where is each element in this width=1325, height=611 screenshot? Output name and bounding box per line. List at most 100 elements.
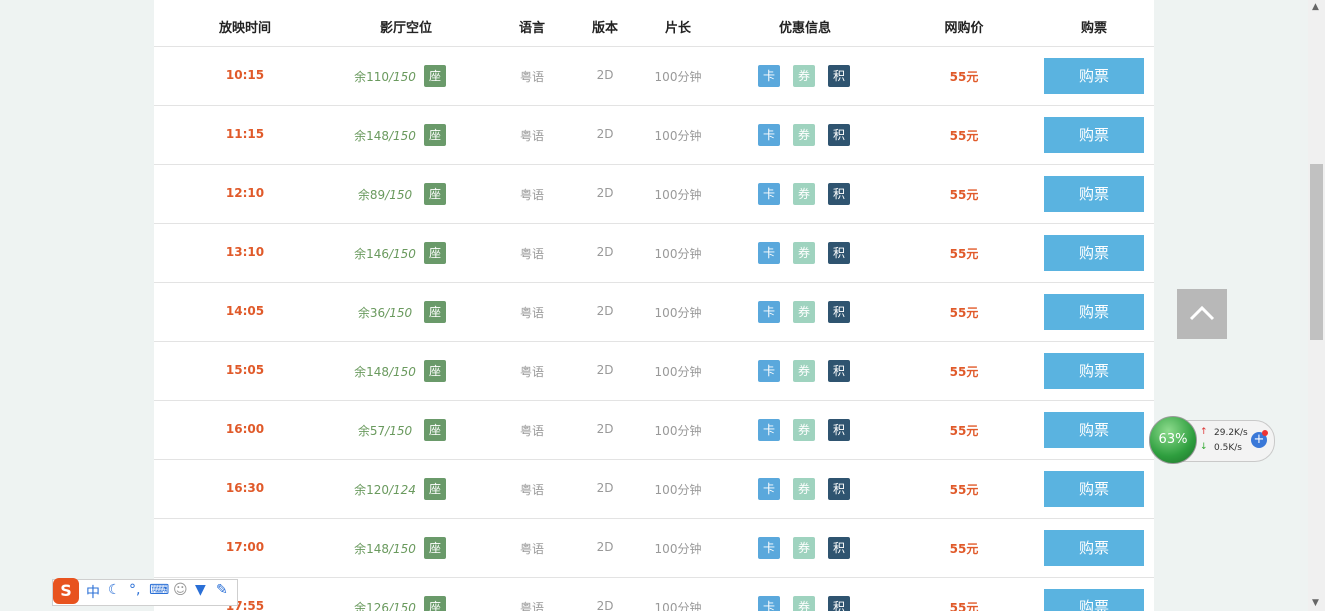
seats-capacity: /150 [388,247,416,261]
buy-ticket-button[interactable]: 购票 [1044,530,1144,566]
buy-ticket-button[interactable]: 购票 [1044,471,1144,507]
promo-card-badge[interactable]: 卡 [758,537,780,559]
seats-capacity: /150 [385,424,413,438]
moon-icon[interactable]: ☾ [108,582,121,598]
promo-card-badge[interactable]: 卡 [758,360,780,382]
header-version: 版本 [591,21,619,36]
language: 粤语 [519,70,545,84]
duration: 100分钟 [654,424,702,438]
promo-card-badge[interactable]: 卡 [758,419,780,441]
promo-points-badge[interactable]: 积 [828,301,850,323]
seat-map-button[interactable]: 座 [424,596,446,611]
promo-coupon-badge[interactable]: 券 [793,183,815,205]
buy-ticket-button[interactable]: 购票 [1044,353,1144,389]
punctuation-icon[interactable]: °, [129,582,140,598]
promo-points-badge[interactable]: 积 [828,360,850,382]
seats-remaining: 余89 [357,188,386,202]
seat-availability: 余57/150 [358,422,412,439]
seats-capacity: /150 [385,306,413,320]
online-price: 55元 [949,188,979,202]
promo-coupon-badge[interactable]: 券 [793,124,815,146]
version: 2D [596,186,614,200]
seats-capacity: /150 [388,542,416,556]
table-header: 放映时间 影厅空位 语言 版本 片长 优惠信息 网购价 购票 [154,0,1154,47]
seat-map-button[interactable]: 座 [424,65,446,87]
promo-card-badge[interactable]: 卡 [758,124,780,146]
seat-availability: 余126/150 [354,599,416,611]
buy-ticket-button[interactable]: 购票 [1044,235,1144,271]
promo-card-badge[interactable]: 卡 [758,65,780,87]
chinese-mode-button[interactable]: 中 [86,582,100,602]
promo-coupon-badge[interactable]: 券 [793,419,815,441]
showtime-time: 16:00 [225,422,265,436]
seat-map-button[interactable]: 座 [424,183,446,205]
buy-ticket-button[interactable]: 购票 [1044,412,1144,448]
version: 2D [596,422,614,436]
version: 2D [596,245,614,259]
buy-ticket-button[interactable]: 购票 [1044,589,1144,611]
table-row: 14:05 余36/150 座 粤语 2D 100分钟 卡 券 积 55元 购票 [154,283,1154,342]
keyboard-icon[interactable]: ⌨ [149,582,169,598]
buy-ticket-button[interactable]: 购票 [1044,294,1144,330]
header-showtime: 放映时间 [218,21,272,36]
promo-points-badge[interactable]: 积 [828,124,850,146]
promo-points-badge[interactable]: 积 [828,537,850,559]
promo-points-badge[interactable]: 积 [828,419,850,441]
ime-toolbar[interactable]: S 中 ☾ °, ⌨ ☺ ▼ ✎ [52,578,238,606]
promo-coupon-badge[interactable]: 券 [793,596,815,611]
promo-points-badge[interactable]: 积 [828,478,850,500]
promo-card-badge[interactable]: 卡 [758,596,780,611]
seat-map-button[interactable]: 座 [424,301,446,323]
seat-availability: 余148/150 [354,363,416,380]
seat-map-button[interactable]: 座 [424,242,446,264]
buy-ticket-button[interactable]: 购票 [1044,117,1144,153]
promo-card-badge[interactable]: 卡 [758,183,780,205]
promo-card-badge[interactable]: 卡 [758,242,780,264]
seat-map-button[interactable]: 座 [424,419,446,441]
promo-coupon-badge[interactable]: 券 [793,537,815,559]
seat-map-button[interactable]: 座 [424,478,446,500]
header-promotions: 优惠信息 [778,21,832,36]
promo-coupon-badge[interactable]: 券 [793,65,815,87]
buy-ticket-button[interactable]: 购票 [1044,58,1144,94]
skin-icon[interactable]: ▼ [195,582,206,598]
version: 2D [596,481,614,495]
user-icon[interactable]: ☺ [173,582,188,598]
duration: 100分钟 [654,247,702,261]
online-price: 55元 [949,483,979,497]
version: 2D [596,127,614,141]
promo-coupon-badge[interactable]: 券 [793,360,815,382]
showtime-time: 11:15 [225,127,265,141]
back-to-top-button[interactable] [1177,289,1227,339]
wrench-icon[interactable]: ✎ [216,582,228,598]
duration: 100分钟 [654,542,702,556]
notification-dot [1262,430,1268,436]
language: 粤语 [519,483,545,497]
seat-map-button[interactable]: 座 [424,124,446,146]
scroll-up-arrow-icon[interactable]: ▲ [1312,2,1319,12]
promo-points-badge[interactable]: 积 [828,65,850,87]
promo-card-badge[interactable]: 卡 [758,478,780,500]
seat-map-button[interactable]: 座 [424,537,446,559]
buy-ticket-button[interactable]: 购票 [1044,176,1144,212]
promo-points-badge[interactable]: 积 [828,242,850,264]
scroll-down-arrow-icon[interactable]: ▼ [1312,598,1319,608]
memory-usage-ball[interactable]: 63% [1149,416,1197,464]
sogou-logo-icon[interactable]: S [53,578,79,604]
promo-points-badge[interactable]: 积 [828,596,850,611]
promo-points-badge[interactable]: 积 [828,183,850,205]
promo-coupon-badge[interactable]: 券 [793,242,815,264]
seats-remaining: 余120 [354,483,389,497]
seat-map-button[interactable]: 座 [424,360,446,382]
duration: 100分钟 [654,70,702,84]
online-price: 55元 [949,70,979,84]
seats-remaining: 余110 [354,70,389,84]
table-row: 11:15 余148/150 座 粤语 2D 100分钟 卡 券 积 55元 购… [154,106,1154,165]
online-price: 55元 [949,424,979,438]
scrollbar-thumb[interactable] [1310,164,1323,340]
download-arrow-icon: ↓ [1200,442,1208,452]
promo-coupon-badge[interactable]: 券 [793,478,815,500]
promo-coupon-badge[interactable]: 券 [793,301,815,323]
showtime-time: 16:30 [225,481,265,495]
promo-card-badge[interactable]: 卡 [758,301,780,323]
